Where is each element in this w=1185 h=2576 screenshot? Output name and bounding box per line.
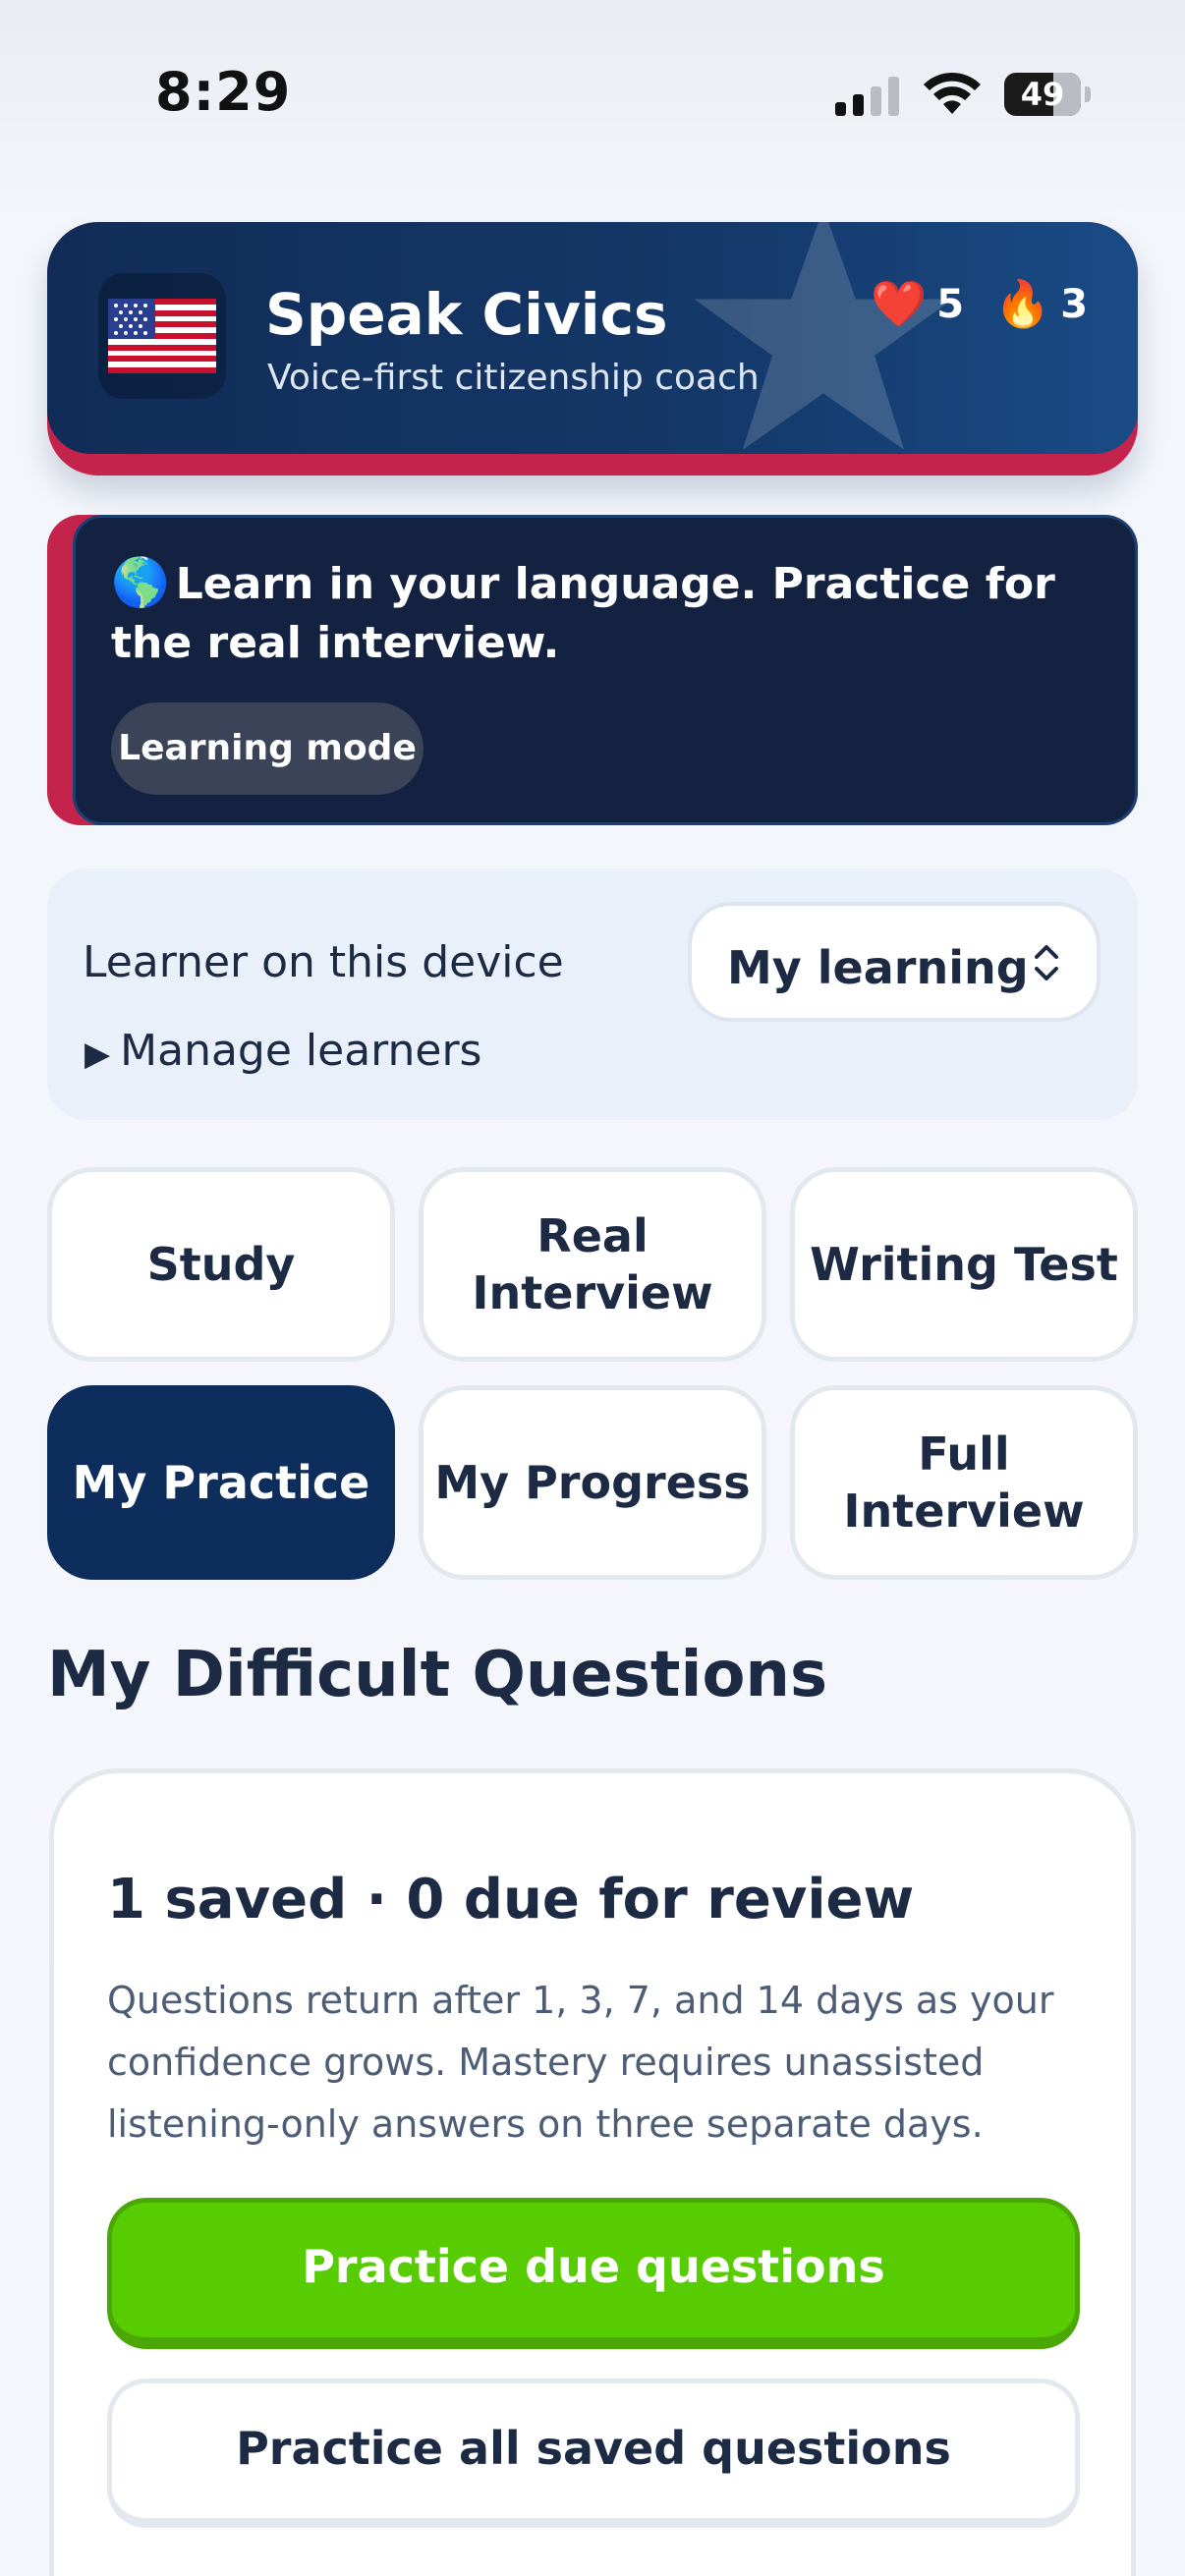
nav-full-interview-button[interactable]: Full Interview (790, 1385, 1138, 1580)
fire-icon: 🔥 (994, 277, 1051, 330)
star-watermark-icon (694, 222, 953, 450)
app-header-card: Speak Civics Voice-first citizenship coa… (47, 222, 1138, 476)
battery-level: 49 (1020, 76, 1065, 113)
nav-real-interview-button[interactable]: Real Interview (419, 1167, 766, 1362)
wifi-icon (924, 72, 981, 114)
practice-due-button[interactable]: Practice due questions (107, 2198, 1080, 2349)
hearts-counter[interactable]: ❤️ 5 (871, 277, 964, 336)
app-screen: 8:29 49 Speak Civics Voice-first citizen… (0, 0, 1185, 2576)
learner-label: Learner on this device (83, 937, 564, 987)
learning-mode-button[interactable]: Learning mode (111, 702, 423, 795)
saved-due-summary: 1 saved · 0 due for review (107, 1868, 915, 1932)
hearts-value: 5 (936, 281, 965, 327)
learner-select-value: My learning (727, 941, 1029, 994)
streak-counter[interactable]: 🔥 3 (994, 277, 1088, 336)
nav-my-progress-button[interactable]: My Progress (419, 1385, 766, 1580)
disclosure-triangle-icon: ▶ (85, 1035, 111, 1074)
status-time: 8:29 (155, 61, 292, 123)
heart-icon: ❤️ (871, 277, 928, 330)
manage-learners-toggle[interactable]: ▶ Manage learners (85, 1026, 481, 1076)
banner-text: Learn in your language. Practice for the… (111, 559, 1055, 668)
battery-icon: 49 (1004, 73, 1081, 116)
learner-panel: Learner on this device My learning ▶ Mana… (47, 868, 1138, 1120)
nav-my-practice-button[interactable]: My Practice (47, 1385, 395, 1580)
status-icons: 49 (835, 69, 1091, 124)
review-explanation: Questions return after 1, 3, 7, and 14 d… (107, 1979, 1054, 2146)
chevron-up-down-icon (1035, 945, 1058, 980)
learner-select[interactable]: My learning (688, 902, 1100, 1022)
nav-study-button[interactable]: Study (47, 1167, 395, 1362)
section-title: My Difficult Questions (47, 1639, 828, 1711)
globe-icon: 🌎 (111, 555, 170, 610)
us-flag-icon (98, 273, 226, 399)
manage-learners-label: Manage learners (120, 1026, 482, 1076)
cellular-signal-icon (835, 77, 900, 116)
app-title: Speak Civics (265, 281, 668, 348)
status-bar: 8:29 49 (0, 0, 1185, 187)
nav-writing-test-button[interactable]: Writing Test (790, 1167, 1138, 1362)
streak-value: 3 (1060, 281, 1089, 327)
language-banner: 🌎 Learn in your language. Practice for th… (47, 515, 1138, 825)
app-subtitle: Voice-first citizenship coach (267, 358, 760, 398)
practice-all-saved-button[interactable]: Practice all saved questions (107, 2379, 1080, 2528)
banner-message: 🌎 Learn in your language. Practice for th… (111, 553, 1133, 673)
difficult-questions-card: 1 saved · 0 due for review Questions ret… (49, 1768, 1136, 2576)
